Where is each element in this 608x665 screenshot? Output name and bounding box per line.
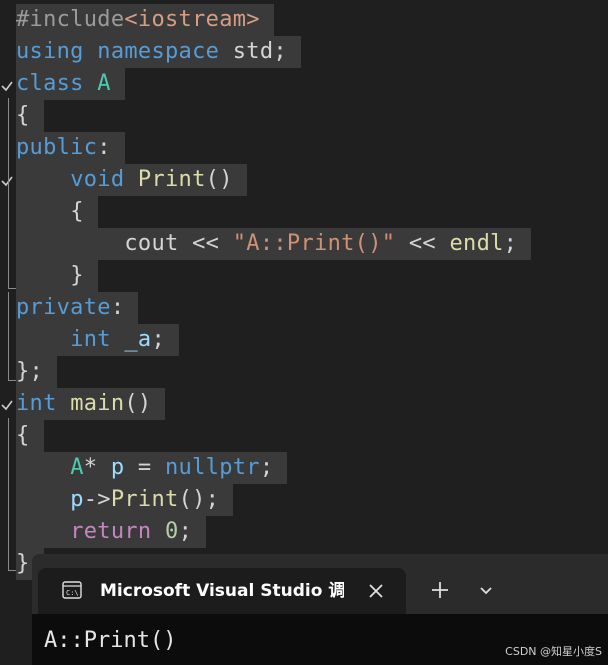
console-app-icon: C:\: [62, 581, 82, 599]
app-window: #include<iostream> using namespace std; cl…: [0, 0, 608, 665]
watermark: CSDN @知星小度S: [505, 645, 602, 658]
code-token: ;: [503, 231, 518, 256]
code-line[interactable]: p->Print();: [16, 484, 234, 516]
console-tab-title: Microsoft Visual Studio 调试控: [100, 581, 344, 601]
code-token: {: [70, 199, 84, 224]
fold-check-icon[interactable]: [0, 174, 14, 188]
code-token: std;: [219, 39, 287, 64]
console-tab[interactable]: C:\ Microsoft Visual Studio 调试控: [38, 568, 406, 614]
code-token: p: [110, 455, 125, 480]
code-line[interactable]: A* p = nullptr;: [16, 452, 288, 484]
code-token: *: [83, 455, 111, 480]
code-line[interactable]: {: [16, 420, 44, 452]
code-token: #include: [16, 7, 125, 32]
code-token: p: [70, 487, 84, 512]
code-token: {: [16, 103, 30, 128]
code-token: (): [205, 167, 233, 192]
code-token: (): [124, 391, 152, 416]
code-token: };: [16, 359, 44, 384]
code-token: }: [70, 263, 84, 288]
code-line[interactable]: using namespace std;: [16, 36, 301, 68]
code-token: ;: [151, 327, 166, 352]
console-titlebar[interactable]: C:\ Microsoft Visual Studio 调试控: [32, 554, 608, 614]
outline-guide: [8, 98, 9, 288]
code-token: :: [110, 295, 125, 320]
code-line[interactable]: private:: [16, 292, 139, 324]
code-line[interactable]: }: [16, 260, 98, 292]
chevron-down-icon[interactable]: [474, 578, 498, 602]
code-editor[interactable]: #include<iostream> using namespace std; cl…: [0, 0, 608, 580]
code-token: =: [124, 455, 166, 480]
plus-icon[interactable]: [428, 578, 452, 602]
code-token: main: [70, 391, 125, 416]
outline-guide: [8, 418, 9, 564]
code-token: A: [70, 455, 84, 480]
code-token: class: [16, 71, 84, 96]
outline-guide: [8, 292, 9, 380]
code-line[interactable]: };: [16, 356, 58, 388]
code-line[interactable]: return 0;: [16, 516, 207, 548]
code-token: ();: [178, 487, 220, 512]
code-token: A: [97, 71, 111, 96]
code-token: ;: [178, 519, 193, 544]
code-token: namespace: [97, 39, 220, 64]
code-token: cout: [124, 231, 179, 256]
code-token: Print: [110, 487, 179, 512]
code-line[interactable]: int main(): [16, 388, 166, 420]
code-token: 0: [165, 519, 179, 544]
code-token: endl: [449, 231, 504, 256]
code-token: }: [16, 551, 30, 576]
code-line[interactable]: void Print(): [16, 164, 247, 196]
code-token: return: [70, 519, 152, 544]
code-token: ->: [83, 487, 111, 512]
code-token: <<: [395, 231, 450, 256]
code-line[interactable]: {: [16, 196, 98, 228]
close-icon[interactable]: [364, 579, 388, 603]
code-token: <<: [178, 231, 233, 256]
fold-check-icon[interactable]: [0, 79, 14, 93]
code-token: int: [70, 327, 111, 352]
code-line[interactable]: int _a;: [16, 324, 180, 356]
code-token: {: [16, 423, 30, 448]
code-token: void: [70, 167, 125, 192]
code-token: <iostream>: [124, 7, 260, 32]
code-token: Print: [137, 167, 206, 192]
code-token: public: [16, 135, 98, 160]
svg-text:C:\: C:\: [66, 589, 79, 597]
console-output: A::Print(): [44, 628, 177, 653]
code-token: _a: [124, 327, 152, 352]
code-line[interactable]: #include<iostream>: [16, 4, 274, 36]
code-line[interactable]: cout << "A::Print()" << endl;: [16, 228, 532, 260]
code-token: ;: [259, 455, 274, 480]
code-line[interactable]: class A: [16, 68, 125, 100]
code-token: "A::Print()": [232, 231, 396, 256]
code-line[interactable]: {: [16, 100, 44, 132]
code-token: using: [16, 39, 84, 64]
code-token: private: [16, 295, 111, 320]
code-token: nullptr: [165, 455, 260, 480]
code-token: :: [97, 135, 111, 160]
code-line[interactable]: public:: [16, 132, 125, 164]
fold-check-icon[interactable]: [0, 398, 14, 412]
code-token: int: [16, 391, 57, 416]
